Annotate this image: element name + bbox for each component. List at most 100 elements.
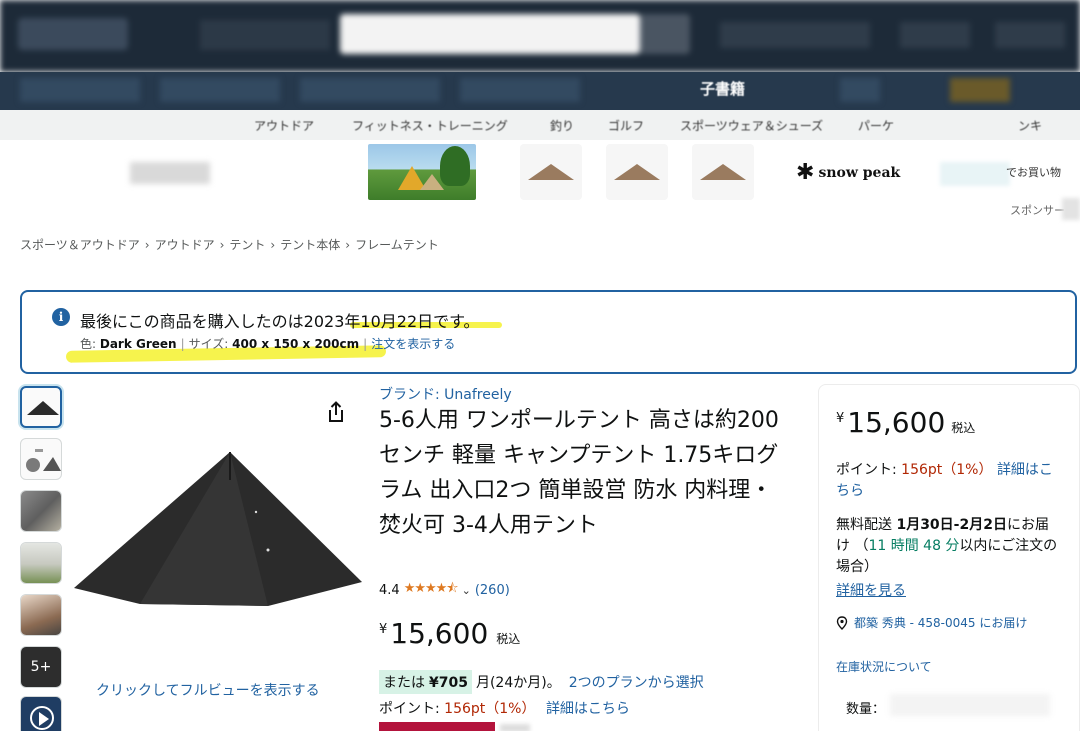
- installment-amount: ¥705: [429, 675, 468, 691]
- banner-product-thumb[interactable]: [520, 144, 582, 200]
- more-images-button[interactable]: 5+: [20, 646, 62, 688]
- nav-item[interactable]: [160, 78, 280, 102]
- tent-shape: [700, 164, 746, 180]
- installment-plan-link[interactable]: 2つのプランから選択: [569, 672, 704, 692]
- snowpeak-logo[interactable]: ✱ snow peak: [796, 160, 900, 185]
- share-icon[interactable]: [326, 401, 346, 423]
- video-thumbnail[interactable]: [20, 696, 62, 731]
- category-item-fishing[interactable]: 釣り: [550, 117, 574, 134]
- category-item-sportswear[interactable]: スポーツウェア＆シューズ: [680, 117, 823, 134]
- color-label: 色:: [80, 337, 97, 351]
- product-title: 5-6人用 ワンポールテント 高さは約200センチ 軽量 キャンプテント 1.7…: [379, 408, 779, 538]
- category-item-fitness[interactable]: フィットネス・トレーニング: [352, 117, 508, 134]
- account-menu[interactable]: [720, 22, 870, 48]
- sponsor-info-blur: [1062, 198, 1080, 220]
- breadcrumb-separator: ›: [345, 238, 351, 252]
- buybox-price: ¥ 15,600 税込: [836, 406, 975, 439]
- photo-thumb: [21, 543, 61, 583]
- points-value: 156pt（1%）: [901, 462, 993, 478]
- separator: |: [363, 337, 368, 351]
- site-logo[interactable]: [18, 18, 128, 50]
- view-order-link[interactable]: 注文を表示する: [371, 337, 455, 351]
- countdown-open: （: [854, 538, 869, 554]
- thumbnail[interactable]: [20, 438, 62, 480]
- category-nav-blur: [30, 117, 170, 134]
- stock-status-link[interactable]: 在庫状況について: [836, 658, 932, 675]
- rating-row: 4.4 ★★★★⯪ ⌄ (260): [379, 579, 510, 601]
- tax-label: 税込: [951, 421, 976, 435]
- banner-product-thumb[interactable]: [606, 144, 668, 200]
- orders-link[interactable]: [900, 22, 970, 48]
- delivery-location-link[interactable]: 都築 秀典 - 458-0045 にお届け: [836, 614, 1027, 631]
- rating-value: 4.4: [379, 582, 400, 598]
- thumbnail[interactable]: [20, 490, 62, 532]
- breadcrumb-item[interactable]: フレームテント: [355, 238, 439, 252]
- category-item-golf[interactable]: ゴルフ: [608, 117, 644, 134]
- breadcrumb: スポーツ＆アウトドア › アウトドア › テント › テント本体 › フレームテント: [20, 236, 439, 253]
- delivery-address[interactable]: 都築 秀典 - 458-0045 にお届け: [854, 614, 1027, 631]
- rating-count-link[interactable]: (260): [475, 583, 510, 598]
- banner-product-thumb[interactable]: [692, 144, 754, 200]
- breadcrumb-separator: ›: [270, 238, 276, 252]
- category-item-ranking[interactable]: ンキ: [1018, 117, 1042, 134]
- tent-shape: [528, 164, 574, 180]
- main-product-image[interactable]: [70, 450, 364, 620]
- thumbnail[interactable]: [20, 542, 62, 584]
- breadcrumb-separator: ›: [144, 238, 150, 252]
- shop-link[interactable]: でお買い物: [1006, 164, 1061, 180]
- color-value: Dark Green: [99, 337, 177, 351]
- nav-item[interactable]: [460, 78, 580, 102]
- delivery-info: 無料配送 1月30日-2月2日にお届け （11 時間 48 分以内にご注文の場合…: [836, 515, 1061, 578]
- nav-item[interactable]: [300, 78, 440, 102]
- chevron-down-icon[interactable]: ⌄: [462, 584, 471, 597]
- sponsored-label: スポンサー: [1010, 204, 1065, 217]
- nav-all-menu[interactable]: [20, 78, 140, 102]
- tax-label: 税込: [496, 632, 521, 646]
- full-view-link[interactable]: クリックしてフルビューを表示する: [96, 680, 320, 700]
- buybox-points: ポイント: 156pt（1%） 詳細はこちら: [836, 460, 1061, 502]
- search-button[interactable]: [640, 14, 690, 54]
- sponsored-banner: ✱ snow peak でお買い物 スポンサー: [0, 140, 1080, 230]
- quantity-select[interactable]: [890, 694, 1050, 716]
- currency-symbol: ¥: [379, 622, 388, 637]
- search-input[interactable]: [340, 14, 640, 54]
- cart-button[interactable]: [995, 22, 1065, 48]
- breadcrumb-item[interactable]: テント本体: [280, 238, 340, 252]
- nav-item[interactable]: [840, 78, 880, 102]
- order-countdown: 11 時間 48 分: [868, 538, 960, 554]
- main-nav: 子書籍: [0, 72, 1080, 110]
- points-row: ポイント: 156pt（1%） 詳細はこちら: [379, 698, 630, 718]
- tent-icon: [27, 401, 59, 415]
- star-rating-icon[interactable]: ★★★★⯪: [404, 579, 459, 601]
- nav-promo[interactable]: [950, 78, 1010, 102]
- points-details-link[interactable]: 詳細はこちら: [546, 701, 630, 717]
- play-icon: [30, 706, 54, 730]
- price-value: 15,600: [847, 406, 946, 439]
- brand-link[interactable]: ブランド: Unafreely: [379, 384, 512, 404]
- shop-button-blur[interactable]: [940, 162, 1010, 186]
- nav-item-ebooks[interactable]: 子書籍: [700, 78, 745, 99]
- photo-thumb: [21, 595, 61, 635]
- price-value: 15,600: [390, 617, 489, 650]
- previous-purchase-alert: i 最後にこの商品を購入したのは2023年10月22日です。 色: Dark G…: [20, 290, 1077, 374]
- banner-image-camp[interactable]: [368, 144, 476, 200]
- separator: |: [180, 337, 185, 351]
- breadcrumb-item[interactable]: アウトドア: [155, 238, 215, 252]
- breadcrumb-separator: ›: [219, 238, 225, 252]
- location-pin-icon: [836, 615, 848, 630]
- delivery-location[interactable]: [200, 20, 330, 50]
- breadcrumb-item[interactable]: スポーツ＆アウトドア: [20, 238, 140, 252]
- installment-suffix: 月(24か月)。: [475, 675, 561, 691]
- thumbnail[interactable]: [20, 386, 62, 428]
- tent-shape: [614, 164, 660, 180]
- category-item-more[interactable]: パーケ: [858, 117, 894, 134]
- delivery-details-link[interactable]: 詳細を見る: [836, 580, 906, 600]
- deal-badge: [379, 722, 495, 731]
- purchase-message: 最後にこの商品を購入したのは2023年10月22日です。: [80, 312, 480, 331]
- thumbnail[interactable]: [20, 594, 62, 636]
- breadcrumb-item[interactable]: テント: [229, 238, 265, 252]
- snowflake-icon: ✱: [796, 160, 815, 185]
- points-value: 156pt（1%）: [444, 701, 536, 717]
- category-item-outdoor[interactable]: アウトドア: [254, 117, 314, 134]
- category-nav: アウトドア フィットネス・トレーニング 釣り ゴルフ スポーツウェア＆シューズ …: [0, 110, 1080, 140]
